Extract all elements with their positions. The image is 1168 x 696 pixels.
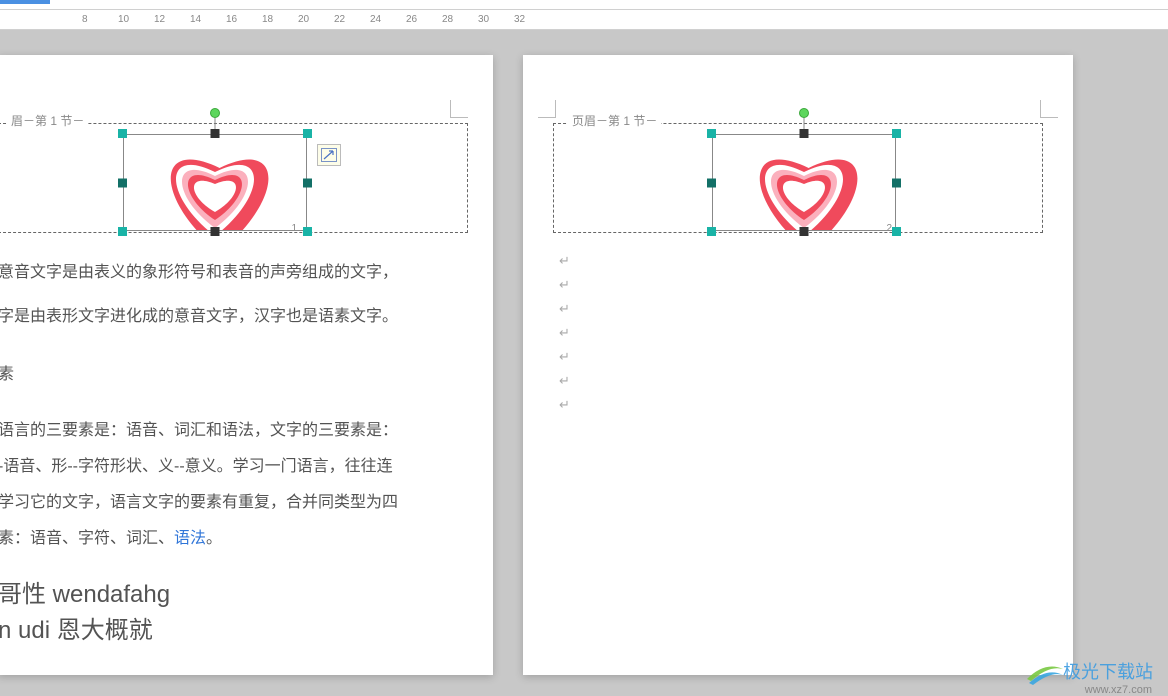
text-run: 素：语音、字符、词汇、 — [0, 530, 174, 547]
resize-handle-t[interactable] — [211, 129, 220, 138]
header-region[interactable]: 页眉－第 1 节－ — [553, 123, 1043, 233]
page-number: 1 — [291, 223, 297, 234]
horizontal-ruler[interactable]: 8 10 12 14 16 18 20 22 24 26 28 30 32 — [0, 10, 1168, 30]
paragraph-mark-icon: ↵ — [559, 397, 570, 413]
margin-corner-icon — [450, 100, 468, 118]
header-image-selected[interactable] — [123, 134, 307, 231]
hyperlink[interactable]: 语法 — [174, 530, 206, 547]
resize-handle-r[interactable] — [303, 178, 312, 187]
document-workspace: 眉－第 1 节－ — [0, 30, 1168, 696]
ruler-mark: 18 — [262, 14, 273, 25]
paragraph-mark-icon: ↵ — [559, 349, 570, 365]
resize-handle-tl[interactable] — [118, 129, 127, 138]
ruler-mark: 30 — [478, 14, 489, 25]
ruler-mark: 24 — [370, 14, 381, 25]
page-number: 2 — [886, 223, 892, 234]
paragraph-mark-icon: ↵ — [559, 253, 570, 269]
heading[interactable]: n udi 恩大概就 — [0, 613, 153, 649]
watermark-brand: 极光下载站 — [1063, 658, 1153, 684]
margin-corner-icon — [1040, 100, 1058, 118]
paragraph[interactable]: 素 — [0, 357, 14, 392]
rotation-handle[interactable] — [210, 108, 220, 118]
text-run: 。 — [206, 530, 222, 547]
swoosh-icon — [1025, 659, 1057, 683]
resize-handle-l[interactable] — [118, 178, 127, 187]
ruler-mark: 32 — [514, 14, 525, 25]
header-image[interactable] — [712, 134, 896, 231]
paragraph-mark-icon: ↵ — [559, 301, 570, 317]
resize-handle-t[interactable] — [800, 129, 809, 138]
ruler-mark: 12 — [154, 14, 165, 25]
ruler-mark: 16 — [226, 14, 237, 25]
paragraph[interactable]: -语音、形--字符形状、义--意义。学习一门语言，往往连 — [0, 449, 393, 484]
watermark-url: www.xz7.com — [1085, 684, 1152, 696]
rotation-handle[interactable] — [799, 108, 809, 118]
resize-handle-b[interactable] — [211, 227, 220, 236]
ruler-mark: 20 — [298, 14, 309, 25]
resize-handle-bl[interactable] — [707, 227, 716, 236]
paragraph-mark-icon: ↵ — [559, 373, 570, 389]
resize-handle-r[interactable] — [892, 178, 901, 187]
image-layout-options-button[interactable] — [317, 144, 341, 166]
resize-handle-b[interactable] — [800, 227, 809, 236]
page-1[interactable]: 眉－第 1 节－ — [0, 55, 493, 675]
ruler-mark: 14 — [190, 14, 201, 25]
resize-handle-br[interactable] — [892, 227, 901, 236]
toolbar-strip — [0, 0, 1168, 10]
ruler-mark: 26 — [406, 14, 417, 25]
header-section-label: 眉－第 1 节－ — [7, 112, 88, 129]
paragraph[interactable]: 意音文字是由表义的象形符号和表音的声旁组成的文字， — [0, 255, 398, 290]
ruler-mark: 8 — [82, 14, 88, 25]
resize-handle-tr[interactable] — [303, 129, 312, 138]
resize-handle-l[interactable] — [707, 178, 716, 187]
resize-handle-tr[interactable] — [892, 129, 901, 138]
heading[interactable]: 哥性 wendafahg — [0, 577, 170, 613]
arrow-diagonal-icon — [321, 148, 337, 162]
resize-handle-br[interactable] — [303, 227, 312, 236]
watermark-logo: 极光下载站 — [1025, 658, 1153, 684]
margin-corner-icon — [538, 100, 556, 118]
header-region[interactable]: 眉－第 1 节－ — [0, 123, 468, 233]
resize-handle-bl[interactable] — [118, 227, 127, 236]
active-tab-indicator — [0, 0, 50, 4]
ruler-mark: 28 — [442, 14, 453, 25]
paragraph-mark-icon: ↵ — [559, 325, 570, 341]
paragraph[interactable]: 素：语音、字符、词汇、语法。 — [0, 521, 222, 556]
page-2[interactable]: 页眉－第 1 节－ — [523, 55, 1073, 675]
selection-border — [712, 134, 896, 231]
resize-handle-tl[interactable] — [707, 129, 716, 138]
paragraph[interactable]: 语言的三要素是：语音、词汇和语法，文字的三要素是： — [0, 413, 398, 448]
paragraph[interactable]: 字是由表形文字进化成的意音文字，汉字也是语素文字。 — [0, 299, 398, 334]
ruler-mark: 22 — [334, 14, 345, 25]
paragraph-mark-icon: ↵ — [559, 277, 570, 293]
paragraph[interactable]: 学习它的文字，语言文字的要素有重复，合并同类型为四 — [0, 485, 398, 520]
ruler-mark: 10 — [118, 14, 129, 25]
selection-border — [123, 134, 307, 231]
header-section-label: 页眉－第 1 节－ — [568, 112, 661, 129]
